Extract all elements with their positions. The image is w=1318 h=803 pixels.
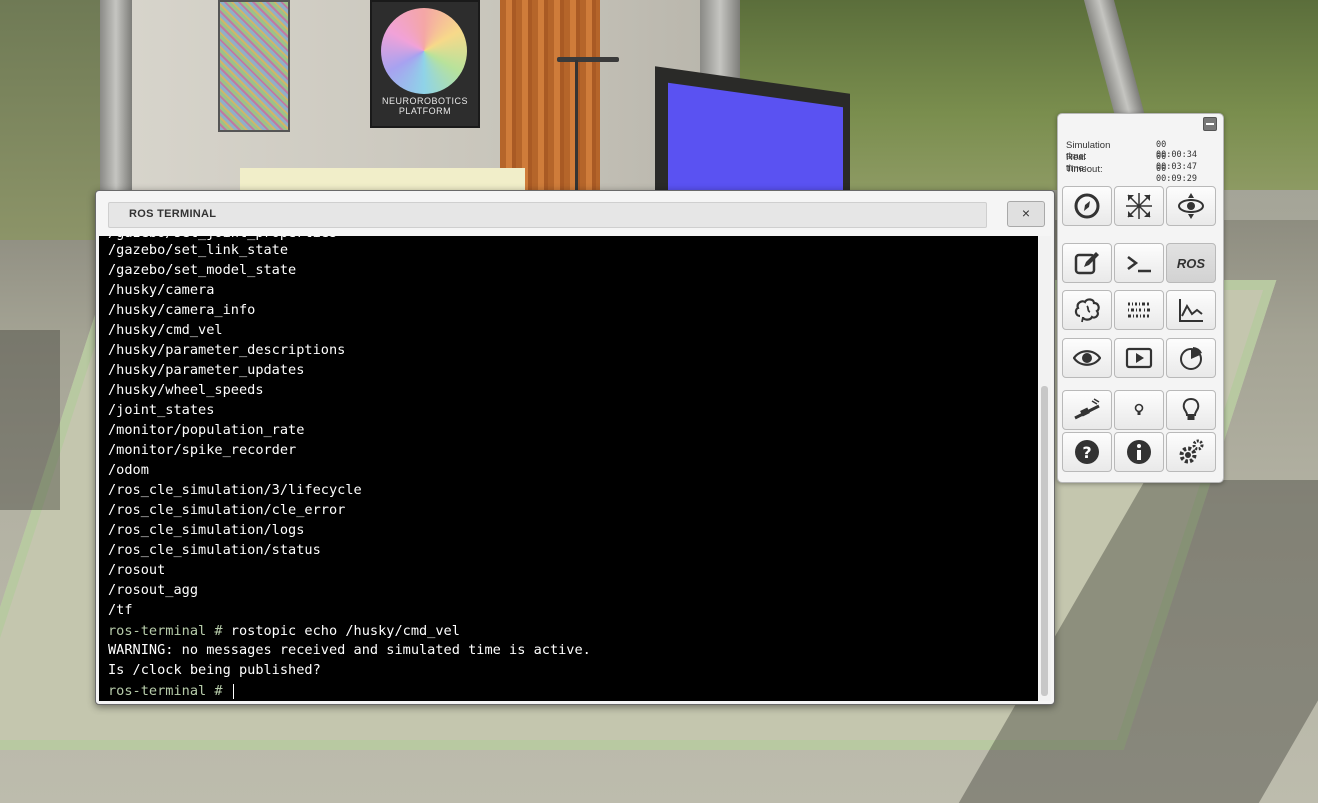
terminal-line: /ros_cle_simulation/3/lifecycle [108,482,362,498]
translate-button[interactable] [1114,186,1164,226]
shadow [0,330,60,510]
light-slider-icon [1074,398,1100,420]
terminal-input-line[interactable]: ros-terminal # [108,681,234,701]
terminal-line: /ros_cle_simulation/status [108,542,321,558]
svg-text:?: ? [1082,443,1091,462]
terminal-line: /husky/parameter_descriptions [108,342,346,358]
terminal-line: /gazebo/set_model_state [108,262,297,278]
outside-view-left [0,0,110,240]
small-bulb-icon [1134,403,1144,415]
terminal-line: /rosout [108,562,166,578]
terminal-output-line: Is /clock being published? [108,662,321,678]
terminal-warning: WARNING: no messages received and simula… [108,642,591,658]
close-button[interactable]: × [1007,201,1045,227]
light-decrease-button[interactable] [1114,390,1164,430]
simulation-tool-panel: Simulation time: 00 00:00:34 Real time: … [1057,113,1224,483]
compass-icon [1074,193,1100,219]
terminal-button[interactable] [1114,243,1164,283]
terminal-scrollbar[interactable] [1039,236,1051,701]
light-slider-button[interactable] [1062,390,1112,430]
performance-monitor-button[interactable] [1166,338,1216,378]
camera-rotate-button[interactable] [1062,186,1112,226]
terminal-command: rostopic echo /husky/cmd_vel [230,623,460,639]
terminal-line: /ros_cle_simulation/logs [108,522,305,538]
spike-raster-icon [1128,302,1150,318]
terminal-line: /odom [108,462,149,478]
lamp-pole [575,60,578,190]
terminal-line: /tf [108,602,133,618]
terminal-line: /husky/cmd_vel [108,322,223,338]
info-button[interactable] [1114,432,1164,472]
text-cursor [232,683,234,699]
video-stream-button[interactable] [1114,338,1164,378]
terminal-command-line: ros-terminal # rostopic echo /husky/cmd_… [108,621,460,641]
lamp-top [557,57,619,62]
hbp-logo-poster: NEUROROBOTICS PLATFORM [370,0,480,128]
abstract-poster [218,0,290,132]
terminal-line: /husky/parameter_updates [108,362,305,378]
terminal-line: /ros_cle_simulation/cle_error [108,502,346,518]
minimize-panel-button[interactable] [1203,117,1217,131]
help-button[interactable]: ? [1062,432,1112,472]
terminal-line: /joint_states [108,402,215,418]
ros-label: ROS [1176,256,1206,271]
terminal-line: /rosout_agg [108,582,199,598]
editor-button[interactable] [1062,243,1112,283]
help-icon: ? [1075,440,1099,464]
terminal-line: /husky/wheel_speeds [108,382,264,398]
move-arrows-icon [1126,193,1152,219]
pie-chart-icon [1180,347,1202,370]
time-label: Timeout: [1066,164,1103,175]
wood-panel [500,0,600,190]
terminal-prompt: ros-terminal # [108,683,231,699]
bench [240,168,525,192]
settings-button[interactable] [1166,432,1216,472]
terminal-line: /husky/camera_info [108,302,256,318]
terminal-line: /husky/camera [108,282,215,298]
ros-terminal-window: ROS TERMINAL × /gazebo/set_joint_propert… [95,190,1055,705]
edit-icon [1074,252,1099,275]
orbit-button[interactable] [1166,186,1216,226]
hbp-logo [381,8,467,94]
terminal-line: /monitor/spike_recorder [108,442,297,458]
spike-train-button[interactable] [1114,290,1164,330]
terminal-line: /monitor/population_rate [108,422,305,438]
scrollbar-thumb[interactable] [1041,386,1048,696]
ros-button[interactable]: ROS [1166,243,1216,283]
line-chart-icon [1179,299,1203,322]
logo-text: NEUROROBOTICS PLATFORM [381,96,468,116]
plot-button[interactable] [1166,290,1216,330]
terminal-title-bar[interactable]: ROS TERMINAL [108,202,987,228]
orbit-icon [1178,193,1204,219]
light-increase-button[interactable] [1166,390,1216,430]
terminal-title: ROS TERMINAL [129,208,217,220]
brain-icon [1074,298,1100,323]
robot-view-button[interactable] [1062,338,1112,378]
info-icon [1127,440,1151,464]
play-video-icon [1125,347,1153,369]
terminal-icon [1127,256,1151,273]
big-bulb-icon [1182,397,1200,420]
eye-icon [1073,350,1101,366]
terminal-line: /gazebo/set_link_state [108,242,289,258]
brain-visualizer-button[interactable] [1062,290,1112,330]
settings-icon [1179,439,1204,464]
time-value: 00 00:09:29 [1156,164,1197,184]
terminal-prompt: ros-terminal # [108,623,231,639]
terminal-output[interactable]: /gazebo/set_joint_properties /gazebo/set… [99,236,1038,701]
pillar [100,0,132,200]
